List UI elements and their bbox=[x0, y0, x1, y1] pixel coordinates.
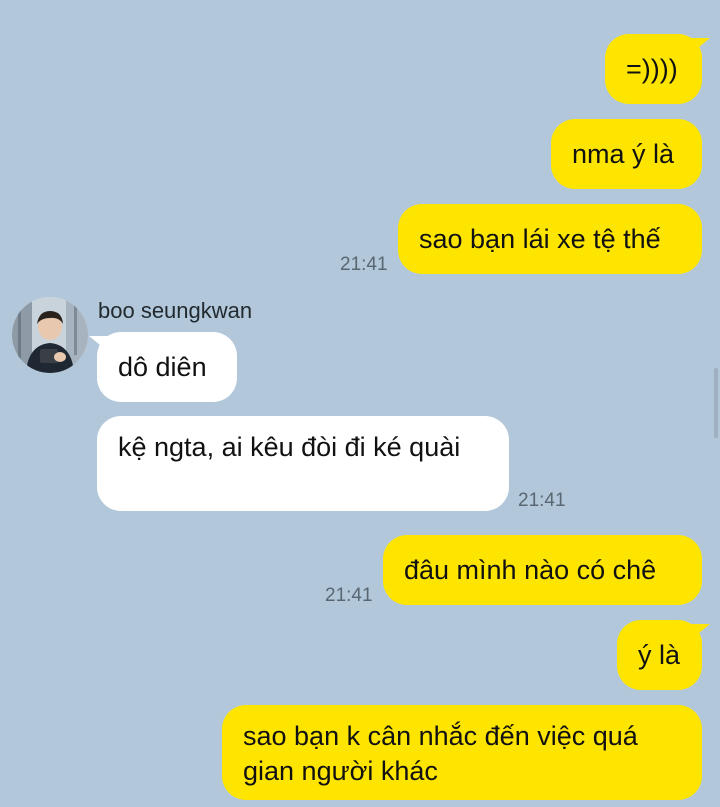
message-bubble-sent[interactable]: =)))) bbox=[605, 34, 710, 104]
profile-photo-icon bbox=[12, 297, 88, 373]
message-bubble-sent[interactable]: đâu mình nào có chê bbox=[383, 535, 702, 605]
message-timestamp: 21:41 bbox=[325, 585, 373, 606]
message-timestamp: 21:41 bbox=[340, 254, 388, 275]
message-bubble-sent[interactable]: sao bạn lái xe tệ thế bbox=[398, 204, 702, 274]
message-bubble-received[interactable]: dô diên bbox=[89, 332, 237, 402]
message-timestamp: 21:41 bbox=[518, 490, 566, 511]
contact-avatar[interactable] bbox=[12, 297, 88, 373]
scrollbar[interactable] bbox=[714, 368, 718, 438]
message-text: sao bạn lái xe tệ thế bbox=[419, 223, 661, 254]
message-text: nma ý là bbox=[572, 138, 675, 169]
message-bubble-received[interactable]: kệ ngta, ai kêu đòi đi ké quài bbox=[97, 416, 509, 511]
message-bubble-sent[interactable]: ý là bbox=[617, 620, 710, 690]
message-text: ý là bbox=[638, 639, 681, 670]
message-text: sao bạn k cân nhắc đến việc quá gian ngư… bbox=[243, 721, 638, 786]
message-text: dô diên bbox=[118, 351, 207, 382]
message-text: kệ ngta, ai kêu đòi đi ké quài bbox=[118, 432, 461, 462]
message-text: =)))) bbox=[626, 53, 678, 84]
contact-name: boo seungkwan bbox=[98, 298, 253, 323]
message-bubble-sent[interactable]: sao bạn k cân nhắc đến việc quá gian ngư… bbox=[222, 705, 702, 800]
message-bubble-sent[interactable]: nma ý là bbox=[551, 119, 702, 189]
message-text: đâu mình nào có chê bbox=[404, 554, 657, 585]
